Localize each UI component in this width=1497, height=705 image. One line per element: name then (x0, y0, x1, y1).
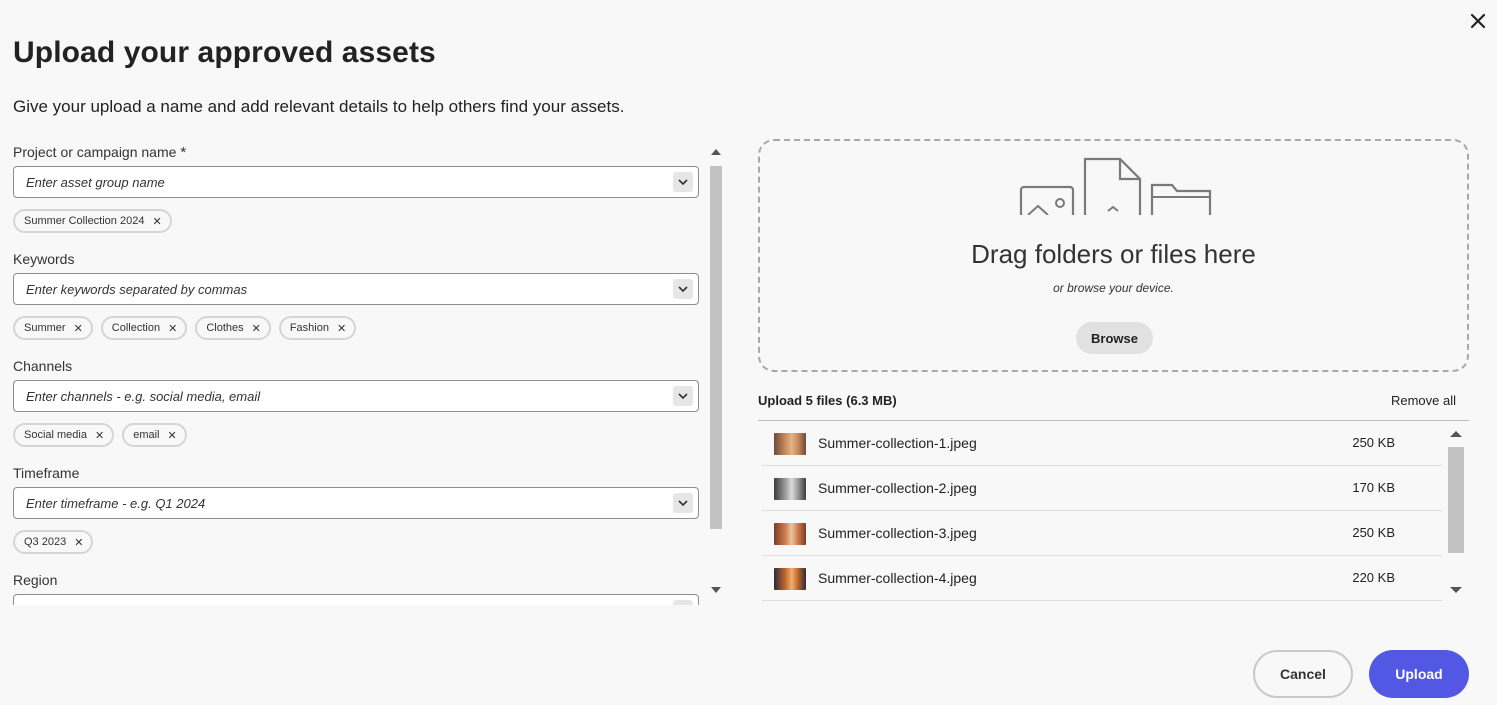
project-dropdown-button[interactable] (673, 172, 693, 192)
project-input-box (13, 166, 699, 198)
keywords-tags: Summer ✕ Collection ✕ Clothes ✕ Fashion ✕ (13, 316, 701, 342)
browse-button[interactable]: Browse (1076, 322, 1153, 354)
dialog-subtitle: Give your upload a name and add relevant… (13, 97, 625, 116)
file-row: Summer-collection-3.jpeg 250 KB (762, 511, 1442, 556)
file-row: Summer-collection-1.jpeg 250 KB (762, 421, 1442, 466)
file-thumbnail (774, 523, 806, 545)
upload-button[interactable]: Upload (1369, 650, 1469, 698)
tag-keyword-2: Clothes ✕ (195, 316, 271, 340)
tag-label: Collection (111, 322, 161, 334)
tag-project-0: Summer Collection 2024 ✕ (13, 209, 172, 233)
timeframe-label: Timeframe (13, 465, 80, 481)
tag-remove-icon[interactable]: ✕ (337, 322, 346, 335)
form-fields: Project or campaign name* Summer Collect… (13, 140, 701, 605)
file-name: Summer-collection-1.jpeg (818, 435, 977, 451)
region-dropdown-button[interactable] (673, 600, 693, 605)
tag-label: Social media (24, 429, 87, 441)
file-name: Summer-collection-3.jpeg (818, 525, 977, 541)
channels-label: Channels (13, 358, 73, 374)
scrollbar-thumb[interactable] (710, 166, 722, 529)
channels-tags: Social media ✕ email ✕ (13, 423, 701, 449)
channels-input-box (13, 380, 699, 412)
file-thumbnail (774, 433, 806, 455)
tag-label: Fashion (289, 322, 329, 334)
close-button[interactable] (1467, 10, 1489, 32)
required-marker: * (180, 144, 187, 161)
project-input[interactable] (14, 167, 698, 197)
image-file-icon (1019, 185, 1075, 215)
tag-keyword-1: Collection ✕ (100, 316, 188, 340)
tag-label: Clothes (206, 322, 244, 334)
region-label: Region (13, 572, 58, 588)
timeframe-input-box (13, 487, 699, 519)
project-tags: Summer Collection 2024 ✕ (13, 209, 701, 235)
file-row: Summer-collection-2.jpeg 170 KB (762, 466, 1442, 511)
file-dropzone[interactable]: Drag folders or files here or browse you… (758, 139, 1469, 372)
timeframe-dropdown-button[interactable] (673, 493, 693, 513)
form-scrollbar[interactable] (705, 140, 727, 605)
remove-all-link[interactable]: Remove all (1391, 393, 1456, 408)
scroll-down-icon[interactable] (711, 587, 721, 594)
tag-channel-1: email ✕ (122, 423, 187, 447)
file-list: Summer-collection-1.jpeg 250 KB Summer-c… (758, 420, 1469, 602)
tag-remove-icon[interactable]: ✕ (252, 322, 261, 335)
chevron-down-icon (678, 392, 688, 399)
project-label: Project or campaign name * (13, 140, 701, 164)
document-icon (1083, 157, 1142, 215)
cancel-button[interactable]: Cancel (1253, 650, 1353, 698)
folder-icon (1150, 183, 1212, 215)
chevron-down-icon (678, 178, 688, 185)
channels-input[interactable] (14, 381, 698, 411)
project-label-text: Project or campaign name (13, 144, 177, 160)
file-list-scrollbar[interactable] (1443, 421, 1469, 602)
scrollbar-thumb[interactable] (1448, 447, 1464, 553)
file-size: 250 KB (1352, 435, 1395, 450)
file-size: 170 KB (1352, 480, 1395, 495)
tag-channel-0: Social media ✕ (13, 423, 115, 447)
metadata-form: Project or campaign name* Summer Collect… (13, 140, 727, 605)
file-row: Summer-collection-4.jpeg 220 KB (762, 556, 1442, 601)
tag-remove-icon[interactable]: ✕ (168, 429, 177, 442)
timeframe-input[interactable] (14, 488, 698, 518)
tag-remove-icon[interactable]: ✕ (74, 536, 83, 549)
tag-keyword-3: Fashion ✕ (278, 316, 357, 340)
file-thumbnail (774, 478, 806, 500)
file-name: Summer-collection-4.jpeg (818, 570, 977, 586)
keywords-input-box (13, 273, 699, 305)
keywords-label: Keywords (13, 251, 75, 267)
region-input-box (13, 594, 699, 605)
tag-timeframe-0: Q3 2023 ✕ (13, 530, 94, 554)
dropzone-title: Drag folders or files here (971, 239, 1256, 269)
upload-illustration (1019, 157, 1212, 215)
scroll-up-icon[interactable] (1450, 430, 1462, 437)
dropzone-subtitle: or browse your device. (1053, 281, 1174, 295)
tag-label: Summer Collection 2024 (24, 215, 145, 227)
scroll-down-icon[interactable] (1450, 587, 1462, 594)
tag-label: email (133, 429, 160, 441)
scroll-up-icon[interactable] (711, 148, 721, 155)
file-name: Summer-collection-2.jpeg (818, 480, 977, 496)
chevron-down-icon (678, 285, 688, 292)
keywords-input[interactable] (14, 274, 698, 304)
file-size: 220 KB (1352, 570, 1395, 585)
tag-remove-icon[interactable]: ✕ (168, 322, 177, 335)
region-input[interactable] (14, 595, 698, 605)
file-size: 250 KB (1352, 525, 1395, 540)
tag-label: Q3 2023 (24, 536, 67, 548)
tag-keyword-0: Summer ✕ (13, 316, 93, 340)
tag-label: Summer (24, 322, 66, 334)
channels-dropdown-button[interactable] (673, 386, 693, 406)
dialog-title: Upload your approved assets (13, 36, 436, 69)
timeframe-tags: Q3 2023 ✕ (13, 530, 701, 556)
close-icon (1470, 13, 1486, 29)
keywords-dropdown-button[interactable] (673, 279, 693, 299)
tag-remove-icon[interactable]: ✕ (74, 322, 83, 335)
upload-summary: Upload 5 files (6.3 MB) (758, 393, 897, 408)
tag-remove-icon[interactable]: ✕ (152, 215, 161, 228)
tag-remove-icon[interactable]: ✕ (95, 429, 104, 442)
file-thumbnail (774, 568, 806, 590)
chevron-down-icon (678, 499, 688, 506)
